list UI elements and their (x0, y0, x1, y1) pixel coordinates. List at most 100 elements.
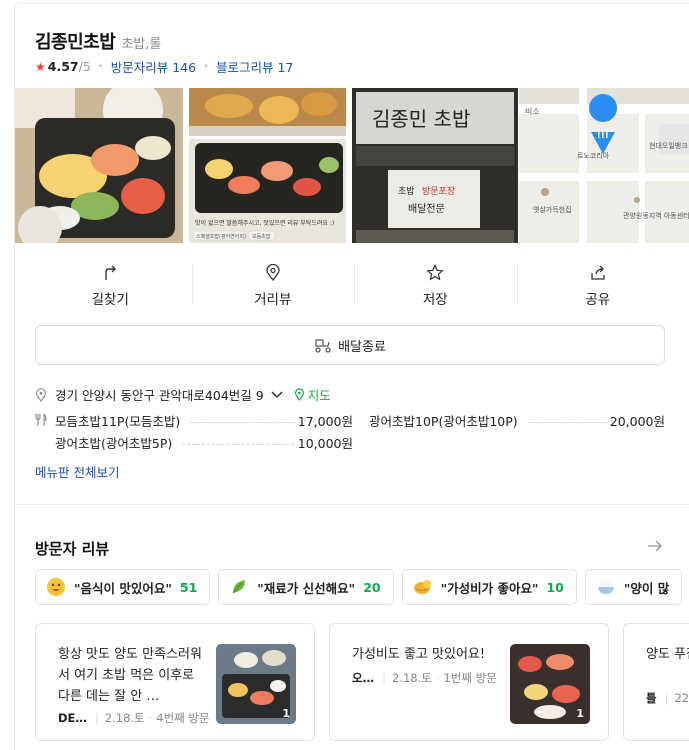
review-photo[interactable]: 1 (510, 644, 590, 724)
svg-text:르노코리아: 르노코리아 (577, 151, 610, 160)
review-date: 22.1 (674, 691, 689, 705)
keyword-chip[interactable]: "음식이 맛있어요" 51 (35, 569, 211, 605)
svg-text:방문포장: 방문포장 (422, 186, 455, 197)
smiley-emoji-icon (47, 578, 65, 596)
menu-row: 모듬초밥11P(모듬초밥) 17,000원 광어초밥10P(광어초밥10P) 2… (35, 410, 665, 432)
street-view-label: 거리뷰 (254, 292, 292, 308)
menu-item: 모듬초밥11P(모듬초밥) 17,000원 (55, 410, 353, 430)
review-card[interactable]: 항상 맛도 양도 만족스러워서 여기 초밥 먹은 이후로 다른 데는 잘 안 …… (35, 623, 315, 741)
share-icon (591, 265, 605, 280)
review-card[interactable]: 가성비도 좋고 맛있어요! 오… | 2.18.토 · 1번째 방문 1 (329, 623, 609, 741)
share-button[interactable]: 공유 (516, 262, 680, 308)
svg-text:스페셜초밥(광어연어회): 스페셜초밥(광어연어회) (196, 233, 246, 240)
svg-text:비소: 비소 (525, 107, 540, 116)
menu-item-leader (527, 421, 606, 423)
rating-star-icon: ★ (35, 59, 46, 74)
keyword-chip[interactable]: "재료가 신선해요" 20 (218, 569, 394, 605)
keyword-text: "가성비가 좋아요" (440, 580, 539, 596)
street-view-button[interactable]: 거리뷰 (191, 262, 355, 308)
svg-text:모듬초밥: 모듬초밥 (252, 233, 271, 240)
full-menu-link[interactable]: 메뉴판 전체보기 (35, 462, 119, 481)
separator-dot: • (97, 61, 104, 72)
review-date: 2.18.토 (391, 671, 432, 685)
photo-food-platter[interactable] (15, 88, 183, 243)
separator-dot: • (203, 61, 209, 72)
menu-row: 광어초밥(광어초밥5P) 10,000원 (35, 432, 665, 454)
review-text: 항상 맛도 양도 만족스러워서 여기 초밥 먹은 이후로 다른 데는 잘 안 … (58, 647, 202, 704)
blog-reviews-link[interactable]: 블로그리뷰 17 (216, 57, 293, 76)
keyword-text: "재료가 신선해요" (257, 580, 356, 596)
photo-count-badge: 1 (576, 707, 584, 720)
keyword-count: 20 (363, 579, 381, 595)
menu-item-name: 광어초밥(광어초밥5P) (55, 435, 173, 451)
rating-row: ★ 4.57 /5 • 방문자리뷰 146 • 블로그리뷰 17 (35, 57, 293, 76)
svg-text:현대오일뱅크 셀프: 현대오일뱅크 셀프 (649, 141, 689, 150)
directions-button[interactable]: 길찾기 (29, 262, 192, 308)
photo-tempura[interactable] (189, 88, 346, 136)
photo-count-badge: 1 (282, 707, 290, 720)
place-category: 초밥,롤 (121, 37, 162, 52)
leaf-emoji-icon (232, 580, 246, 594)
pin-icon (266, 264, 280, 282)
map-pin-icon (294, 388, 304, 401)
keyword-count: 51 (179, 579, 198, 595)
review-date: 2.18.토 (104, 711, 145, 725)
keyword-chip[interactable]: "가성비가 좋아요" 10 (401, 569, 577, 605)
review-photo[interactable]: 1 (216, 644, 296, 724)
rating-value: 4.57 (47, 59, 79, 74)
menu-item-price: 17,000원 (297, 413, 353, 429)
svg-text:맛이 없으면 말씀해주시고, 맛있으면 리뷰 부탁드려요 :: 맛이 없으면 말씀해주시고, 맛있으면 리뷰 부탁드려요 :) (195, 219, 334, 227)
menu-item: 광어초밥(광어초밥5P) 10,000원 (55, 432, 353, 452)
photo-map-thumbnail[interactable]: 비소 르노코리아 현대오일뱅크 셀프 옛살가득한집 관양원동지역 아동센터 (519, 88, 689, 243)
address-row: 경기 안양시 동안구 관악대로404번길 9 지도 (35, 385, 331, 404)
svg-text:배달전문: 배달전문 (408, 203, 445, 215)
save-label: 저장 (422, 292, 448, 308)
delivery-label: 배달종료 (338, 339, 386, 355)
photo-storefront[interactable]: 김종민 초밥 초밥 방문포장 배달전문 (352, 88, 518, 243)
svg-text:관양원동지역 아동센터: 관양원동지역 아동센터 (623, 211, 689, 220)
keyword-chips: "음식이 맛있어요" 51 "재료가 신선해요" 20 "가성비가 좋아요" 1… (35, 569, 683, 605)
review-meta: 틀 | 22.1 (646, 690, 689, 706)
delivery-scooter-icon (315, 339, 331, 353)
title-row: 김종민초밥 초밥,롤 (35, 28, 161, 54)
map-link[interactable]: 지도 (294, 385, 331, 404)
review-text: 가성비도 좋고 맛있어요! (352, 647, 486, 662)
menu-item-leader (190, 421, 294, 423)
menu-list: 모듬초밥11P(모듬초밥) 17,000원 광어초밥10P(광어초밥10P) 2… (35, 410, 665, 454)
menu-item-name: 모듬초밥11P(모듬초밥) (55, 413, 181, 429)
review-cards: 항상 맛도 양도 만족스러워서 여기 초밥 먹은 이후로 다른 데는 잘 안 …… (35, 623, 689, 741)
directions-label: 길찾기 (91, 292, 129, 308)
chevron-down-icon[interactable] (270, 390, 284, 400)
review-author: DE… (58, 711, 87, 725)
section-divider (15, 504, 689, 505)
keyword-text: "양이 많 (623, 580, 670, 596)
photo-sushi-boxes[interactable]: 맛이 없으면 말씀해주시고, 맛있으면 리뷰 부탁드려요 :) 스페셜초밥(광어… (189, 139, 346, 243)
review-author: 오… (352, 671, 375, 685)
delivery-button[interactable]: 배달종료 (35, 325, 665, 365)
photo-strip: 맛이 없으면 말씀해주시고, 맛있으면 리뷰 부탁드려요 :) 스페셜초밥(광어… (15, 88, 689, 243)
arrow-right-icon[interactable] (647, 539, 663, 553)
svg-text:김종민 초밥: 김종민 초밥 (372, 107, 470, 131)
cutlery-icon (35, 413, 47, 426)
review-card[interactable]: 양도 푸짐하고 맛있어요 틀 | 22.1 (623, 623, 689, 741)
address-text: 경기 안양시 동안구 관악대로404번길 9 (55, 388, 264, 403)
menu-item-name: 광어초밥10P(광어초밥10P) (369, 413, 518, 429)
svg-text:초밥: 초밥 (398, 186, 415, 197)
visitor-reviews-heading: 방문자 리뷰 (35, 540, 110, 558)
menu-item: 광어초밥10P(광어초밥10P) 20,000원 (369, 410, 665, 430)
rating-max: /5 (78, 59, 91, 74)
review-meta: 오… | 2.18.토 · 1번째 방문 (352, 671, 497, 685)
review-meta: DE… | 2.18.토 · 4번째 방문 (58, 711, 210, 725)
keyword-chip[interactable]: "양이 많 (584, 569, 683, 605)
review-visit: 1번째 방문 (443, 671, 497, 685)
visitor-reviews-link[interactable]: 방문자리뷰 146 (111, 57, 196, 76)
action-bar: 길찾기 거리뷰 저장 공유 (29, 262, 679, 308)
menu-item-price: 20,000원 (609, 413, 665, 429)
review-text: 양도 푸짐하고 맛있어요 (646, 647, 689, 662)
save-button[interactable]: 저장 (354, 262, 517, 308)
place-panel: 김종민초밥 초밥,롤 ★ 4.57 /5 • 방문자리뷰 146 • 블로그리뷰 1… (14, 3, 689, 750)
keyword-text: "음식이 맛있어요" (74, 580, 172, 596)
location-pin-icon (35, 387, 47, 402)
share-label: 공유 (585, 292, 611, 308)
menu-item-price: 10,000원 (297, 435, 353, 451)
